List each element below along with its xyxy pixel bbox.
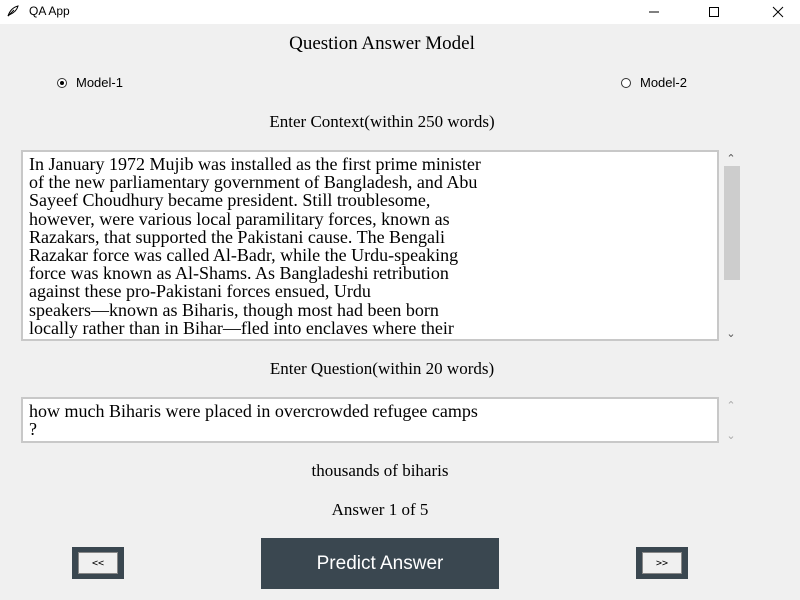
question-scrollbar[interactable]: ⌃ ⌄ xyxy=(722,397,740,443)
model-2-label: Model-2 xyxy=(640,75,687,90)
question-label: Enter Question(within 20 words) xyxy=(269,359,495,378)
predict-answer-button[interactable]: Predict Answer xyxy=(261,538,499,589)
model-1-radio[interactable]: Model-1 xyxy=(57,75,123,90)
window-title: QA App xyxy=(29,4,70,18)
minimize-button[interactable] xyxy=(631,0,677,24)
scroll-down-icon[interactable]: ⌄ xyxy=(722,325,740,341)
scroll-down-icon[interactable]: ⌄ xyxy=(722,427,740,443)
answer-text: thousands of biharis xyxy=(311,461,449,480)
context-textarea[interactable]: In January 1972 Mujib was installed as t… xyxy=(21,150,719,341)
previous-answer-label: << xyxy=(78,552,118,574)
title-bar: QA App xyxy=(0,0,800,24)
previous-answer-button[interactable]: << xyxy=(72,547,124,579)
next-answer-button[interactable]: >> xyxy=(636,547,688,579)
question-textarea[interactable]: how much Biharis were placed in overcrow… xyxy=(21,397,719,443)
feather-icon xyxy=(7,5,19,17)
context-scroll-thumb[interactable] xyxy=(724,166,740,280)
page-title: Question Answer Model xyxy=(289,33,475,54)
model-2-radio[interactable]: Model-2 xyxy=(621,75,687,90)
scroll-up-icon[interactable]: ⌃ xyxy=(722,150,740,166)
answer-counter: Answer 1 of 5 xyxy=(331,500,429,519)
maximize-button[interactable] xyxy=(691,0,737,24)
close-button[interactable] xyxy=(755,0,800,24)
radio-unchecked-icon xyxy=(621,77,631,88)
maximize-icon xyxy=(709,7,719,17)
context-scrollbar[interactable]: ⌃ ⌄ xyxy=(722,150,740,341)
radio-checked-icon xyxy=(57,77,67,88)
close-icon xyxy=(772,6,784,18)
scroll-up-icon[interactable]: ⌃ xyxy=(722,397,740,413)
model-1-label: Model-1 xyxy=(76,75,123,90)
next-answer-label: >> xyxy=(642,552,682,574)
context-label: Enter Context(within 250 words) xyxy=(269,112,495,131)
minimize-icon xyxy=(649,11,659,13)
